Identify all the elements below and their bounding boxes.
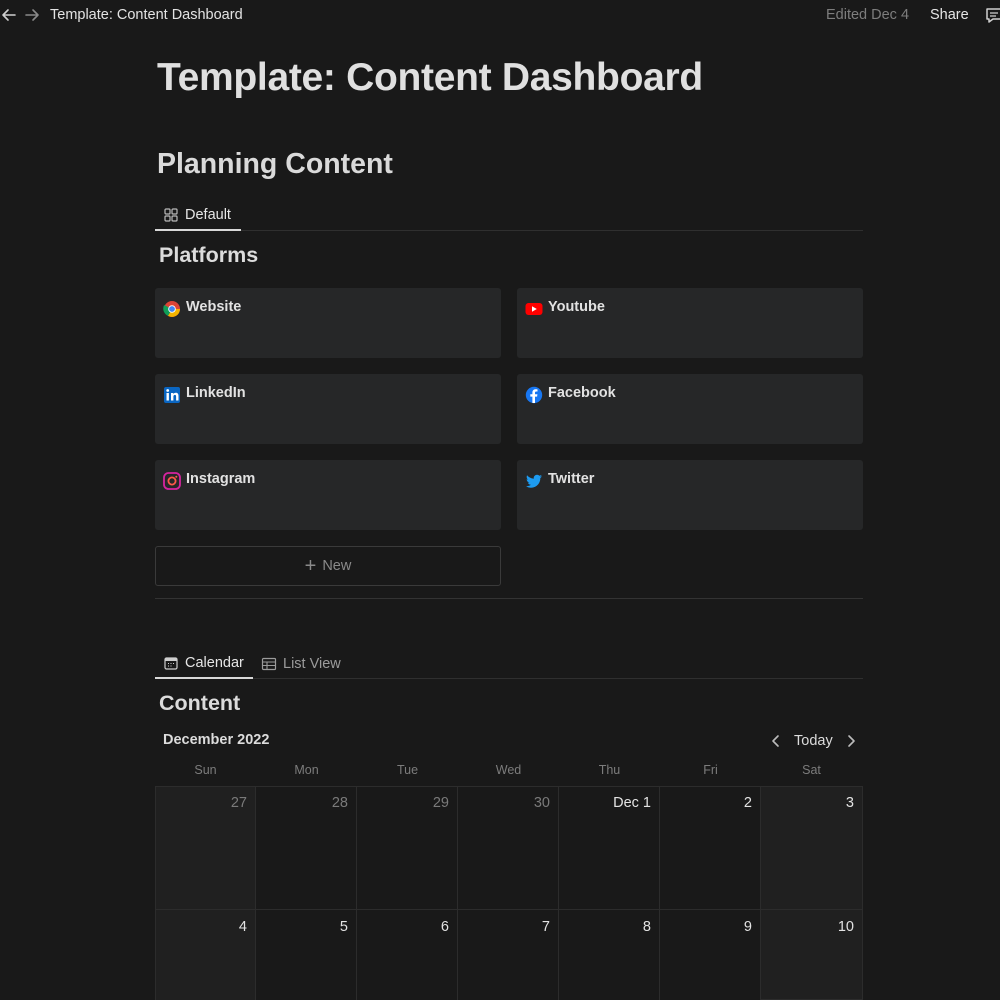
card-twitter[interactable]: Twitter — [517, 460, 863, 530]
weekday-header: Tue — [396, 763, 419, 777]
day-number: Dec 1 — [613, 795, 651, 811]
planning-view-tabs: Default — [155, 200, 863, 231]
card-instagram[interactable]: Instagram — [155, 460, 501, 530]
calendar-day[interactable]: Dec 1 — [559, 786, 660, 910]
page-title: Template: Content Dashboard — [157, 56, 703, 99]
card-label: Instagram — [186, 471, 256, 487]
day-number: 29 — [432, 795, 449, 811]
chevron-right-icon[interactable] — [843, 731, 859, 751]
calendar-day[interactable]: 8 — [559, 910, 660, 1000]
card-website[interactable]: Website — [155, 288, 501, 358]
twitter-icon — [525, 472, 543, 490]
day-number: 8 — [642, 919, 651, 935]
edited-timestamp: Edited Dec 4 — [826, 7, 910, 23]
calendar-day[interactable]: 30 — [458, 786, 559, 910]
calendar-icon — [163, 655, 179, 671]
day-number: 2 — [743, 795, 752, 811]
weekday-header: Mon — [294, 763, 319, 777]
facebook-icon — [525, 386, 543, 404]
day-number: 27 — [230, 795, 247, 811]
day-number: 6 — [440, 919, 449, 935]
breadcrumb[interactable]: Template: Content Dashboard — [50, 7, 243, 23]
calendar-day[interactable]: 10 — [761, 910, 863, 1000]
comment-icon[interactable] — [984, 5, 1000, 25]
day-number: 9 — [743, 919, 752, 935]
topbar: Template: Content Dashboard Edited Dec 4… — [0, 0, 1000, 30]
calendar-day[interactable]: 28 — [256, 786, 357, 910]
day-number: 28 — [331, 795, 348, 811]
day-number: 7 — [541, 919, 550, 935]
calendar-day[interactable]: 29 — [357, 786, 458, 910]
card-linkedin[interactable]: LinkedIn — [155, 374, 501, 444]
tab-list-view[interactable]: List View — [253, 648, 353, 679]
planning-heading: Planning Content — [157, 148, 393, 180]
chevron-left-icon[interactable] — [768, 731, 784, 751]
gallery-icon — [163, 207, 179, 223]
today-button[interactable]: Today — [794, 733, 833, 749]
day-number: 3 — [845, 795, 854, 811]
tab-calendar-label: Calendar — [185, 654, 244, 671]
new-label: New — [322, 558, 352, 574]
chrome-icon — [163, 300, 181, 318]
youtube-icon — [525, 300, 543, 318]
weekday-header: Sun — [194, 763, 217, 777]
weekday-header: Fri — [703, 763, 718, 777]
tab-default[interactable]: Default — [155, 200, 241, 231]
calendar-month: December 2022 — [163, 732, 270, 748]
new-card-button[interactable]: + New — [155, 546, 501, 586]
linkedin-icon — [163, 386, 181, 404]
weekday-header: Wed — [495, 763, 522, 777]
plus-icon: + — [304, 555, 317, 577]
content-title: Content — [159, 691, 241, 715]
table-icon — [261, 656, 277, 672]
card-label: Website — [186, 299, 242, 315]
weekday-header: Thu — [598, 763, 621, 777]
divider — [155, 598, 863, 599]
card-facebook[interactable]: Facebook — [517, 374, 863, 444]
day-number: 4 — [238, 919, 247, 935]
calendar-day[interactable]: 9 — [660, 910, 761, 1000]
card-label: Twitter — [548, 471, 595, 487]
calendar-day[interactable]: 6 — [357, 910, 458, 1000]
instagram-icon — [163, 472, 181, 490]
tab-list-view-label: List View — [283, 655, 341, 672]
content-view-tabs: Calendar List View — [155, 648, 863, 679]
calendar-day[interactable]: 27 — [155, 786, 256, 910]
arrow-right-icon[interactable] — [23, 6, 41, 24]
gallery-title: Platforms — [159, 243, 259, 267]
tab-default-label: Default — [185, 206, 231, 223]
day-number: 5 — [339, 919, 348, 935]
card-label: Youtube — [548, 299, 605, 315]
calendar-day[interactable]: 5 — [256, 910, 357, 1000]
card-youtube[interactable]: Youtube — [517, 288, 863, 358]
calendar-day[interactable]: 3 — [761, 786, 863, 910]
tab-calendar[interactable]: Calendar — [155, 648, 253, 679]
calendar-day[interactable]: 4 — [155, 910, 256, 1000]
card-label: LinkedIn — [186, 385, 246, 401]
arrow-left-icon[interactable] — [0, 6, 18, 24]
calendar-day[interactable]: 2 — [660, 786, 761, 910]
weekday-header: Sat — [802, 763, 821, 777]
day-number: 30 — [533, 795, 550, 811]
share-button[interactable]: Share — [930, 7, 969, 23]
calendar-day[interactable]: 7 — [458, 910, 559, 1000]
day-number: 10 — [837, 919, 854, 935]
card-label: Facebook — [548, 385, 616, 401]
